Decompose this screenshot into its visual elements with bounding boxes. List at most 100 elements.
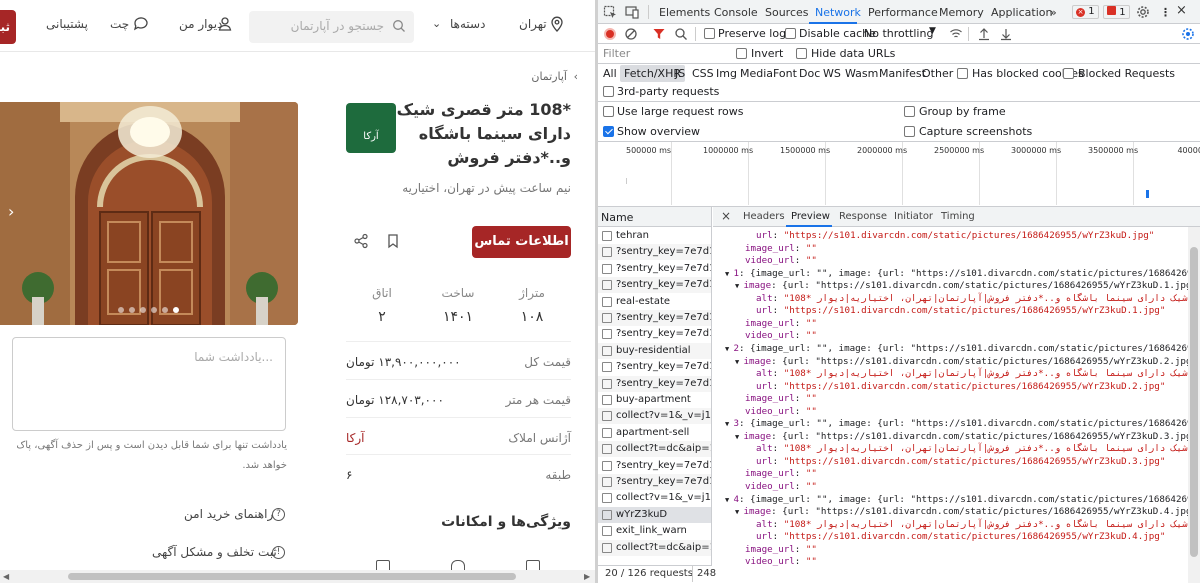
dropdown-arrow-icon[interactable]: ▼ — [929, 26, 936, 36]
network-conditions-icon[interactable] — [949, 27, 963, 41]
json-line[interactable]: alt: "108* شیک دارای سینما باشگاه و..*دف… — [756, 519, 1188, 532]
search-input[interactable]: جستجو در آپارتمان — [249, 11, 414, 43]
photo-dot[interactable] — [162, 307, 168, 313]
request-row[interactable]: ?sentry_key=7e7d19... — [598, 310, 711, 326]
my-divar-link[interactable]: دیوار من — [179, 17, 222, 31]
request-row[interactable]: tehran — [598, 228, 711, 244]
json-line[interactable]: video_url: "" — [745, 255, 817, 268]
json-line[interactable]: image_url: "" — [745, 318, 817, 331]
filter-input[interactable]: Filter — [603, 47, 723, 60]
json-preview[interactable]: url: "https://s101.divarcdn.com/static/p… — [713, 227, 1188, 583]
json-line[interactable]: ▼ 2: {image_url: "", image: {url: "https… — [725, 343, 1188, 356]
chat-link[interactable]: چت — [110, 17, 129, 31]
filter-icon[interactable] — [652, 27, 666, 41]
request-row[interactable]: ?sentry_key=7e7d19... — [598, 277, 711, 294]
blocked-requests-checkbox[interactable] — [1063, 68, 1074, 79]
agency-logo[interactable]: آرکا — [346, 103, 396, 153]
request-row[interactable]: ?sentry_key=7e7d19... — [598, 326, 711, 342]
scroll-left-icon[interactable]: ◀ — [3, 572, 9, 581]
json-line[interactable]: ▼ image: {url: "https://s101.divarcdn.co… — [735, 431, 1188, 444]
json-line[interactable]: ▼ 3: {image_url: "", image: {url: "https… — [725, 418, 1188, 431]
preserve-log-checkbox[interactable] — [704, 28, 715, 39]
blocked-cookies-checkbox[interactable] — [957, 68, 968, 79]
json-line[interactable]: url: "https://s101.divarcdn.com/static/p… — [756, 230, 1154, 243]
type-img[interactable]: Img — [716, 67, 737, 80]
request-row[interactable]: ?sentry_key=7e7d19... — [598, 375, 711, 392]
photo-dot[interactable] — [118, 307, 124, 313]
json-line[interactable]: alt: "108* شیک دارای سینما باشگاه و..*دف… — [756, 368, 1188, 381]
json-line[interactable]: video_url: "" — [745, 406, 817, 419]
bookmark-icon[interactable] — [385, 233, 401, 249]
ad-photo-gallery[interactable]: › — [0, 102, 298, 325]
export-har-icon[interactable] — [999, 27, 1013, 41]
invert-checkbox[interactable] — [736, 48, 747, 59]
request-row[interactable]: apartment-sell — [598, 425, 711, 441]
tab-headers[interactable]: Headers — [743, 211, 785, 222]
city-selector[interactable]: تهران — [519, 17, 547, 31]
request-row[interactable]: collect?t=dc&aip=1... — [598, 441, 711, 458]
type-js[interactable]: JS — [675, 67, 685, 80]
inspect-element-icon[interactable] — [603, 5, 617, 19]
tab-performance[interactable]: Performance — [868, 6, 938, 19]
json-line[interactable]: url: "https://s101.divarcdn.com/static/p… — [756, 381, 1165, 394]
request-row[interactable]: ?sentry_key=7e7d19... — [598, 261, 711, 277]
json-line[interactable]: video_url: "" — [745, 481, 817, 494]
tab-memory[interactable]: Memory — [939, 6, 984, 19]
type-ws[interactable]: WS — [823, 67, 841, 80]
json-line[interactable]: url: "https://s101.divarcdn.com/static/p… — [756, 456, 1165, 469]
post-ad-button[interactable]: ثبت — [0, 10, 16, 44]
type-doc[interactable]: Doc — [799, 67, 820, 80]
scroll-right-icon[interactable]: ▶ — [584, 572, 590, 581]
support-link[interactable]: پشتیبانی — [46, 17, 88, 31]
photo-dot[interactable] — [129, 307, 135, 313]
categories-menu[interactable]: دسته‌ها — [450, 17, 485, 31]
type-other[interactable]: Other — [922, 67, 953, 80]
third-party-checkbox[interactable] — [603, 86, 614, 97]
device-toolbar-icon[interactable] — [625, 5, 639, 19]
json-line[interactable]: image_url: "" — [745, 393, 817, 406]
json-line[interactable]: video_url: "" — [745, 330, 817, 343]
type-css[interactable]: CSS — [692, 67, 714, 80]
horizontal-scrollbar[interactable]: ◀ ▶ — [0, 570, 595, 583]
request-row[interactable]: exit_link_warn — [598, 523, 711, 539]
request-row[interactable]: ?sentry_key=7e7d19... — [598, 458, 711, 474]
scrollbar-thumb[interactable] — [68, 573, 516, 580]
capture-screenshots-checkbox[interactable] — [904, 126, 915, 137]
contact-info-button[interactable]: اطلاعات تماس — [472, 226, 571, 258]
scrollbar-thumb[interactable] — [1190, 247, 1198, 557]
photo-dot[interactable] — [140, 307, 146, 313]
request-row[interactable]: ?sentry_key=7e7d19... — [598, 359, 711, 375]
more-tabs-icon[interactable]: » — [1050, 6, 1057, 19]
tab-preview[interactable]: Preview — [791, 211, 830, 222]
json-line[interactable]: ▼ 1: {image_url: "", image: {url: "https… — [725, 268, 1188, 281]
json-line[interactable]: alt: "108* شیک دارای سینما باشگاه و..*دف… — [756, 293, 1188, 306]
json-line[interactable]: ▼ image: {url: "https://s101.divarcdn.co… — [735, 280, 1188, 293]
show-overview-checkbox[interactable] — [603, 126, 614, 137]
json-line[interactable]: ▼ image: {url: "https://s101.divarcdn.co… — [735, 356, 1188, 369]
tab-network[interactable]: Network — [815, 6, 861, 19]
search-network-icon[interactable] — [674, 27, 688, 41]
photo-dot[interactable] — [173, 307, 179, 313]
record-button[interactable] — [604, 28, 616, 40]
request-row[interactable]: buy-apartment — [598, 392, 711, 408]
tab-elements[interactable]: Elements — [659, 6, 710, 19]
type-media[interactable]: Media — [740, 67, 773, 80]
group-by-frame-checkbox[interactable] — [904, 106, 915, 117]
breadcrumb[interactable]: آپارتمان — [531, 70, 567, 83]
safe-guide-link[interactable]: راهنمای خرید امن — [184, 507, 273, 521]
tab-application[interactable]: Application — [991, 6, 1052, 19]
tab-timing[interactable]: Timing — [941, 211, 975, 222]
json-line[interactable]: url: "https://s101.divarcdn.com/static/p… — [756, 531, 1165, 544]
type-font[interactable]: Font — [773, 67, 797, 80]
clear-icon[interactable] — [624, 27, 638, 41]
error-badge[interactable]: × 1 — [1072, 5, 1099, 19]
photo-dot[interactable] — [151, 307, 157, 313]
request-row[interactable]: ?sentry_key=7e7d19... — [598, 244, 711, 261]
request-row[interactable]: buy-residential — [598, 342, 711, 359]
photo-pagination[interactable] — [118, 307, 179, 313]
issues-badge[interactable]: 1 — [1103, 5, 1130, 19]
tab-initiator[interactable]: Initiator — [894, 211, 933, 222]
type-wasm[interactable]: Wasm — [845, 67, 878, 80]
json-line[interactable]: image_url: "" — [745, 468, 817, 481]
type-manifest[interactable]: Manifest — [879, 67, 926, 80]
